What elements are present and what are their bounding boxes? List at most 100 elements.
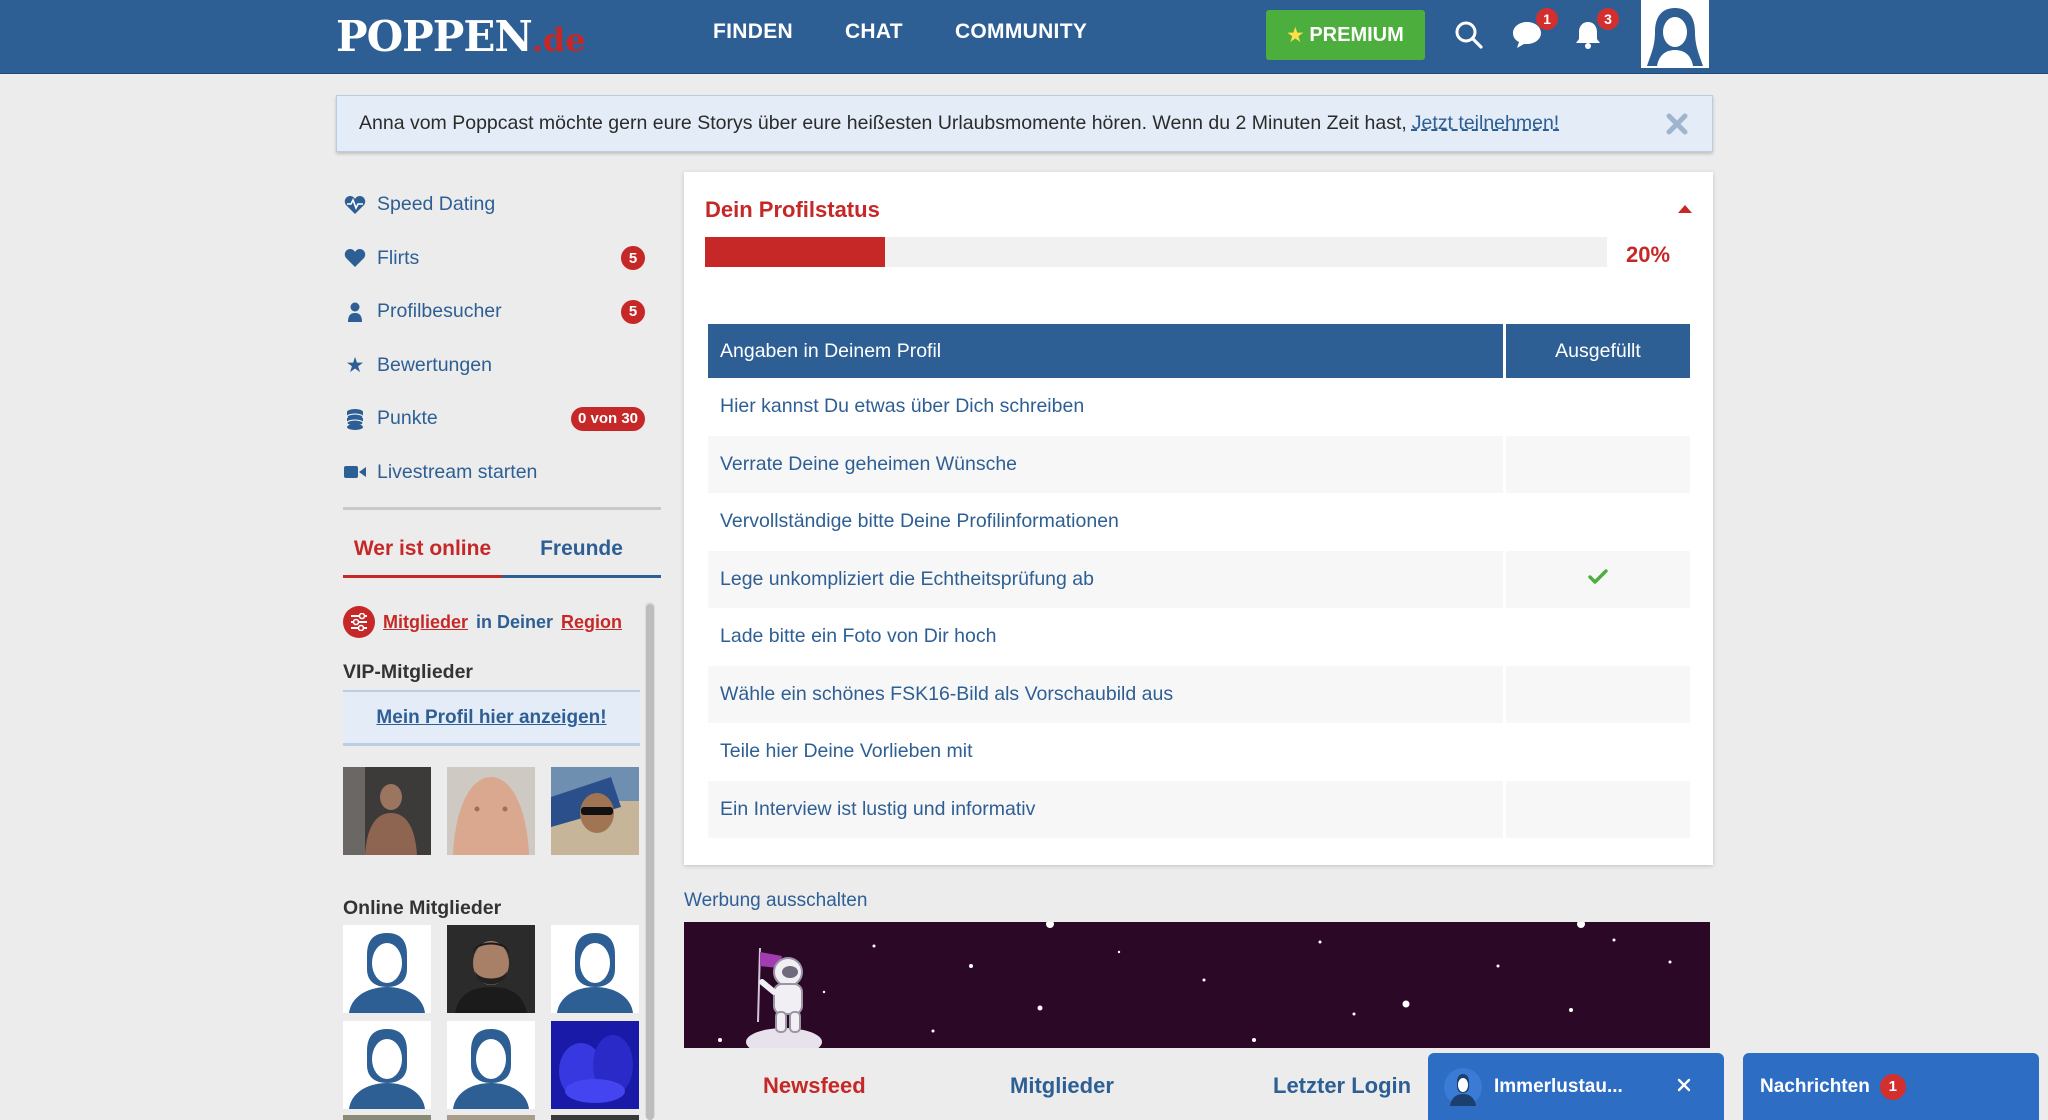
tab-newsfeed[interactable]: Newsfeed	[763, 1073, 866, 1099]
sidebar-item-profilbesucher[interactable]: Profilbesucher 5	[343, 285, 645, 339]
table-row[interactable]: Verrate Deine geheimen Wünsche	[708, 435, 1690, 493]
messages-panel-badge: 1	[1879, 1073, 1906, 1100]
online-member-thumb[interactable]	[551, 1021, 639, 1109]
table-row[interactable]: Vervollständige bitte Deine Profilinform…	[708, 493, 1690, 551]
male-avatar-icon	[343, 1021, 431, 1109]
region-filter: Mitglieder in Deiner Region	[343, 606, 622, 638]
online-member-thumb[interactable]	[447, 1021, 535, 1109]
tab-mitglieder[interactable]: Mitglieder	[1010, 1073, 1114, 1099]
announcement-banner: Anna vom Poppcast möchte gern eure Story…	[336, 95, 1713, 152]
user-icon	[343, 302, 367, 322]
checklist-item-status	[1503, 780, 1690, 838]
ad-banner[interactable]	[684, 922, 1710, 1048]
table-row[interactable]: Wähle ein schönes FSK16-Bild als Vorscha…	[708, 665, 1690, 723]
online-member-thumb[interactable]	[343, 925, 431, 1013]
table-header-done: Ausgefüllt	[1503, 324, 1690, 378]
show-profile-link[interactable]: Mein Profil hier anzeigen!	[376, 707, 606, 729]
close-icon[interactable]	[1664, 111, 1690, 137]
messages-icon[interactable]: 1	[1510, 8, 1558, 52]
checklist-item-status	[1503, 550, 1690, 608]
remove-ads-link[interactable]: Werbung ausschalten	[684, 890, 867, 912]
nav-community[interactable]: COMMUNITY	[955, 20, 1087, 44]
members-scrollbar-thumb[interactable]	[646, 604, 654, 1120]
user-avatar[interactable]	[1641, 0, 1709, 68]
vip-member-thumb[interactable]	[343, 767, 431, 855]
sidebar-item-flirts[interactable]: Flirts 5	[343, 232, 645, 286]
checklist-item-status	[1503, 493, 1690, 551]
checklist-item-label[interactable]: Lade bitte ein Foto von Dir hoch	[708, 608, 1503, 666]
vip-title: VIP-Mitglieder	[343, 661, 474, 683]
vip-member-thumb[interactable]	[551, 767, 639, 855]
vip-member-thumb[interactable]	[447, 767, 535, 855]
main-nav: FINDEN CHAT COMMUNITY	[713, 20, 1087, 44]
search-icon[interactable]	[1452, 18, 1486, 52]
checklist-item-label[interactable]: Hier kannst Du etwas über Dich schreiben	[708, 378, 1503, 436]
tab-freunde[interactable]: Freunde	[502, 523, 661, 578]
chat-avatar-icon	[1444, 1067, 1482, 1106]
region-link[interactable]: Region	[561, 612, 622, 633]
heartbeat-icon	[343, 195, 367, 215]
chevron-up-icon[interactable]	[1677, 202, 1693, 214]
checklist-item-label[interactable]: Teile hier Deine Vorlieben mit	[708, 723, 1503, 781]
members-link[interactable]: Mitglieder	[383, 612, 468, 633]
star-icon: ★	[1287, 24, 1304, 45]
online-member-thumb[interactable]	[447, 925, 535, 1013]
sidebar-item-label: Bewertungen	[377, 353, 492, 376]
online-member-thumb[interactable]	[343, 1115, 431, 1120]
tab-wer-ist-online[interactable]: Wer ist online	[343, 523, 502, 578]
messages-badge: 1	[1536, 8, 1558, 30]
sidebar-item-punkte[interactable]: Punkte 0 von 30	[343, 392, 645, 446]
table-row[interactable]: Lade bitte ein Foto von Dir hoch	[708, 608, 1690, 666]
sidebar-item-bewertungen[interactable]: ★ Bewertungen	[343, 339, 645, 393]
male-avatar-icon	[551, 925, 639, 1013]
online-member-thumb[interactable]	[551, 1115, 639, 1120]
banner-participate-link[interactable]: Jetzt teilnehmen!	[1412, 112, 1559, 135]
checklist-item-label[interactable]: Vervollständige bitte Deine Profilinform…	[708, 493, 1503, 551]
sidebar-item-label: Livestream starten	[377, 460, 538, 483]
table-row[interactable]: Teile hier Deine Vorlieben mit	[708, 723, 1690, 781]
nav-finden[interactable]: FINDEN	[713, 20, 793, 44]
table-row[interactable]: Hier kannst Du etwas über Dich schreiben	[708, 378, 1690, 436]
messages-panel[interactable]: Nachrichten 1	[1743, 1053, 2039, 1120]
logo-tld: .de	[531, 21, 586, 59]
table-row[interactable]: Lege unkompliziert die Echtheitsprüfung …	[708, 550, 1690, 608]
messages-panel-label: Nachrichten	[1760, 1075, 1870, 1097]
online-member-thumb[interactable]	[343, 1021, 431, 1109]
premium-button[interactable]: ★ PREMIUM	[1266, 10, 1425, 60]
sidebar-menu: Speed Dating Flirts 5 Profilbesucher 5 ★…	[343, 178, 645, 499]
table-header-row: Angaben in Deinem Profil Ausgefüllt	[708, 324, 1690, 378]
online-member-thumb[interactable]	[551, 925, 639, 1013]
chat-contact-name: Immerlustau...	[1494, 1075, 1623, 1097]
sidebar-item-speed-dating[interactable]: Speed Dating	[343, 178, 645, 232]
premium-label: PREMIUM	[1309, 23, 1404, 46]
sidebar-item-label: Punkte	[377, 407, 438, 430]
sidebar-item-livestream[interactable]: Livestream starten	[343, 446, 645, 500]
logo[interactable]: POPPEN .de	[336, 12, 586, 61]
profile-status-title: Dein Profilstatus	[705, 197, 880, 222]
bell-icon[interactable]: 3	[1571, 8, 1619, 52]
profile-checklist-table: Angaben in Deinem Profil Ausgefüllt Hier…	[708, 324, 1690, 838]
tab-letzter-login[interactable]: Letzter Login	[1273, 1073, 1411, 1099]
heart-icon	[343, 248, 367, 268]
checklist-item-label[interactable]: Ein Interview ist lustig und informativ	[708, 780, 1503, 838]
checklist-item-label[interactable]: Verrate Deine geheimen Wünsche	[708, 435, 1503, 493]
sidebar-item-label: Speed Dating	[377, 193, 496, 216]
profile-progress-percent: 20%	[1626, 242, 1671, 267]
checklist-item-status	[1503, 435, 1690, 493]
chat-window-minimized[interactable]: Immerlustau...	[1428, 1053, 1724, 1120]
nav-chat[interactable]: CHAT	[845, 20, 903, 44]
table-row[interactable]: Ein Interview ist lustig und informativ	[708, 780, 1690, 838]
checklist-item-status	[1503, 378, 1690, 436]
checkmark-icon	[1588, 569, 1608, 584]
profile-status-card: Dein Profilstatus 20% Angaben in Deinem …	[684, 172, 1713, 865]
online-member-thumb[interactable]	[447, 1115, 535, 1120]
male-avatar-icon	[343, 925, 431, 1013]
online-tabs: Wer ist online Freunde	[343, 523, 661, 578]
checklist-item-label[interactable]: Wähle ein schönes FSK16-Bild als Vorscha…	[708, 665, 1503, 723]
close-icon[interactable]	[1674, 1075, 1694, 1095]
checklist-item-status	[1503, 608, 1690, 666]
filter-icon[interactable]	[343, 606, 375, 638]
checklist-item-label[interactable]: Lege unkompliziert die Echtheitsprüfung …	[708, 550, 1503, 608]
vip-promo-box: Mein Profil hier anzeigen!	[343, 690, 640, 746]
profile-progress-fill	[705, 237, 886, 267]
